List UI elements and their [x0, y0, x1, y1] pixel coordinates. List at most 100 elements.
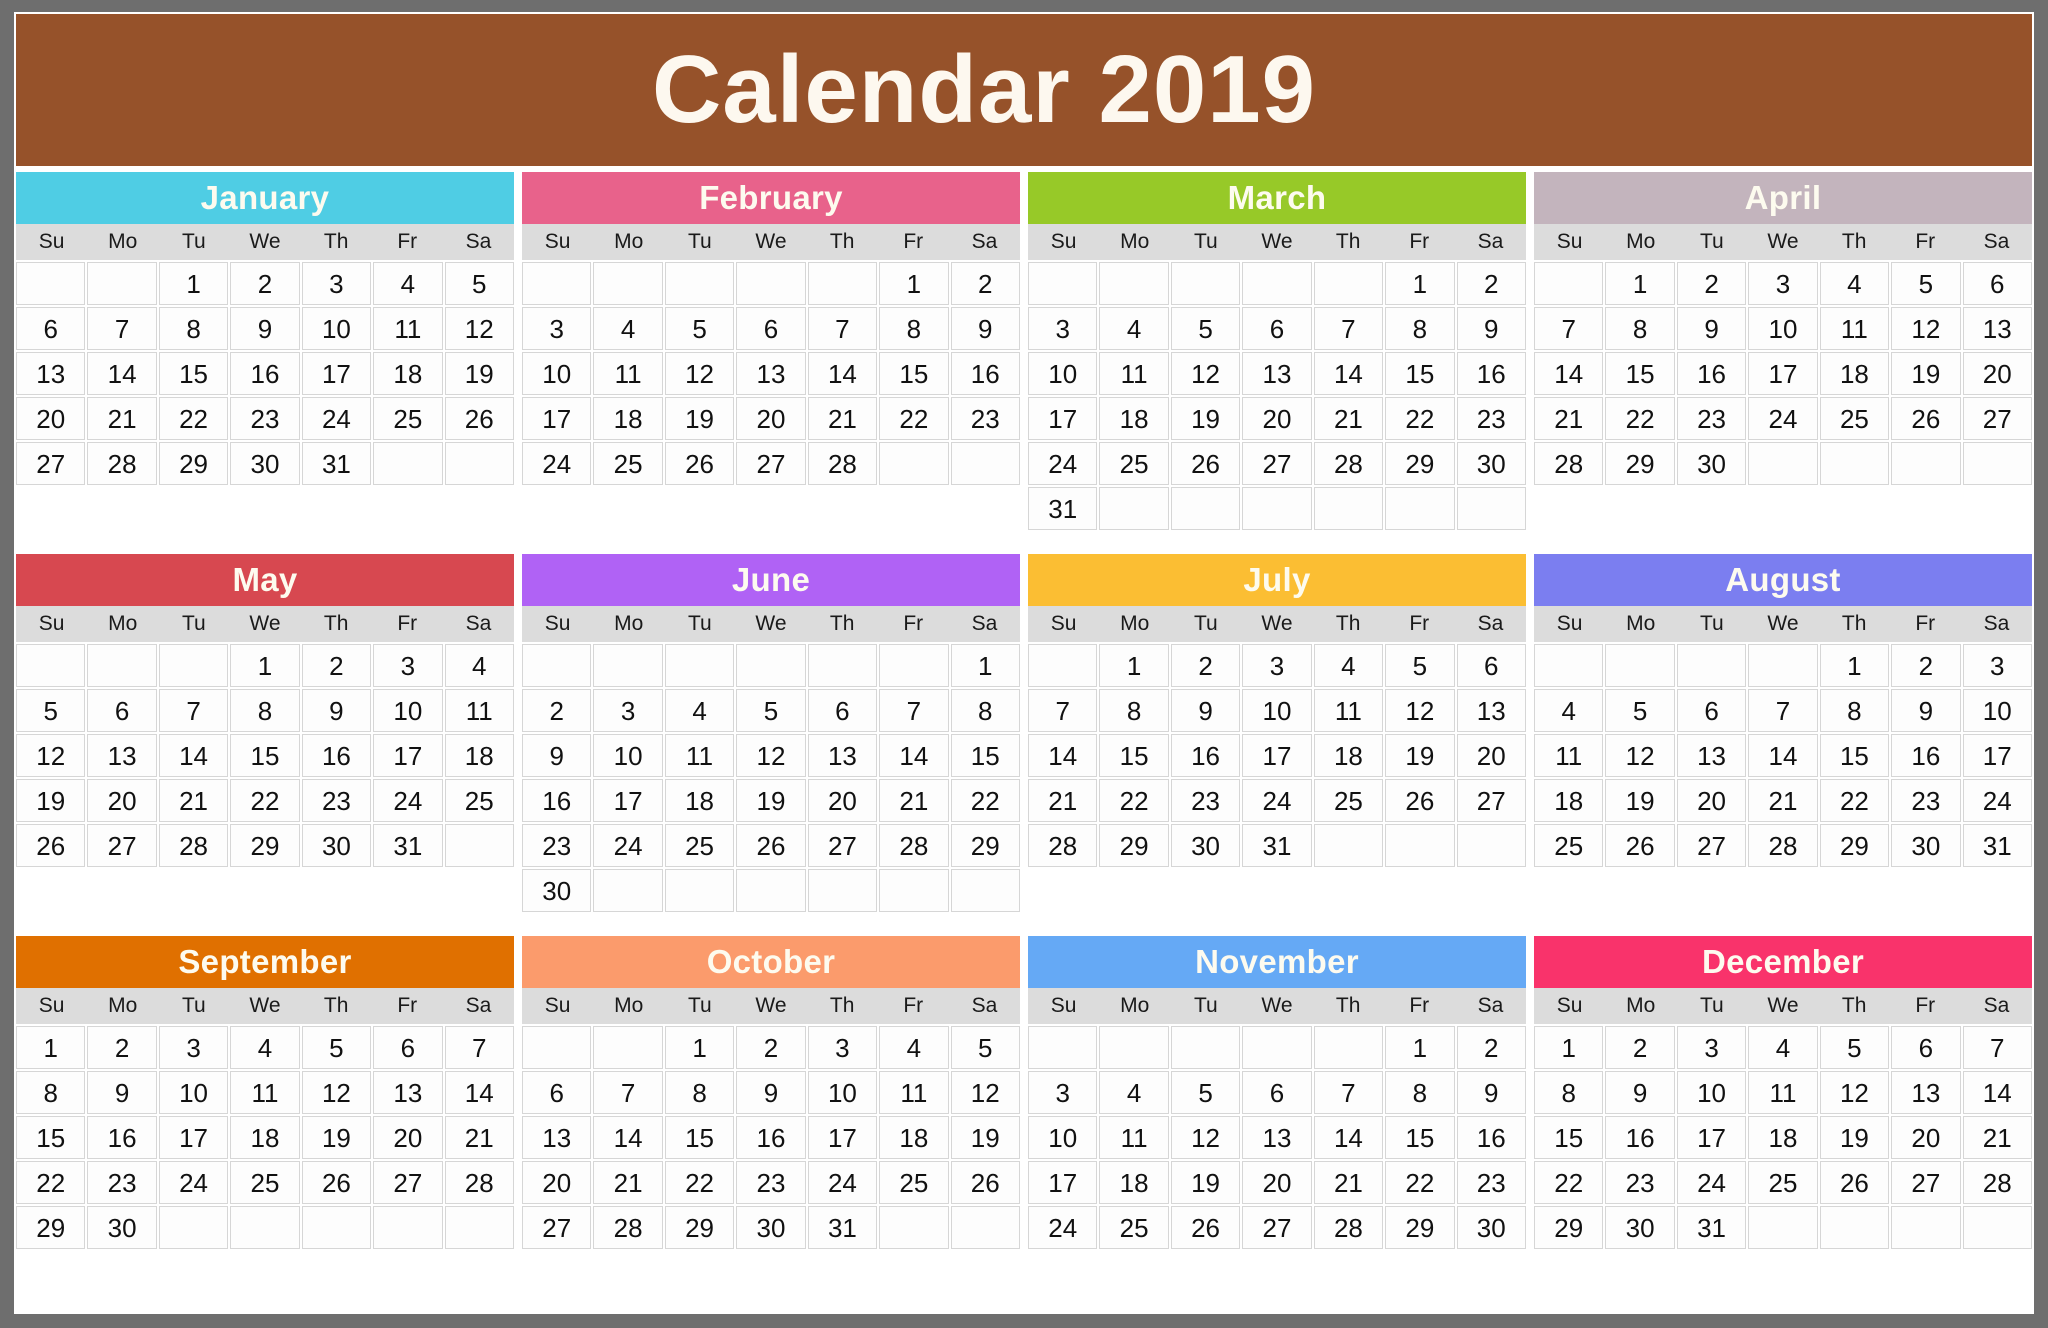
day-cell[interactable]: 22 — [1385, 1161, 1455, 1204]
day-cell[interactable]: 7 — [807, 307, 878, 350]
day-cell[interactable]: 21 — [87, 397, 157, 440]
day-cell[interactable]: 18 — [879, 1116, 949, 1159]
day-cell[interactable]: 8 — [879, 307, 949, 350]
day-cell[interactable]: 11 — [1099, 352, 1169, 395]
day-cell[interactable]: 1 — [664, 1026, 735, 1069]
day-cell[interactable]: 15 — [950, 734, 1020, 777]
day-cell[interactable]: 20 — [373, 1116, 443, 1159]
day-cell[interactable]: 10 — [807, 1071, 878, 1114]
day-cell[interactable]: 2 — [950, 262, 1020, 305]
day-cell[interactable]: 27 — [522, 1206, 592, 1249]
day-cell[interactable]: 30 — [1456, 1206, 1526, 1249]
day-cell[interactable]: 17 — [301, 352, 372, 395]
month-header-march[interactable]: March — [1028, 172, 1526, 224]
day-cell[interactable]: 20 — [87, 779, 157, 822]
day-cell[interactable]: 31 — [1028, 487, 1098, 530]
day-cell[interactable]: 4 — [1099, 307, 1169, 350]
day-cell[interactable]: 7 — [1962, 1026, 2032, 1069]
day-cell[interactable]: 25 — [1099, 442, 1169, 485]
day-cell[interactable]: 7 — [1313, 1071, 1384, 1114]
month-header-july[interactable]: July — [1028, 554, 1526, 606]
day-cell[interactable]: 24 — [1676, 1161, 1747, 1204]
day-cell[interactable]: 17 — [158, 1116, 229, 1159]
day-cell[interactable]: 29 — [1099, 824, 1169, 867]
day-cell[interactable]: 14 — [444, 1071, 514, 1114]
day-cell[interactable]: 2 — [87, 1026, 157, 1069]
day-cell[interactable]: 20 — [1891, 1116, 1961, 1159]
day-cell[interactable]: 19 — [1819, 1116, 1890, 1159]
day-cell[interactable]: 17 — [373, 734, 443, 777]
month-header-november[interactable]: November — [1028, 936, 1526, 988]
day-cell[interactable]: 17 — [1676, 1116, 1747, 1159]
day-cell[interactable]: 31 — [373, 824, 443, 867]
day-cell[interactable]: 3 — [1962, 644, 2032, 687]
day-cell[interactable]: 17 — [1028, 1161, 1098, 1204]
day-cell[interactable]: 11 — [1099, 1116, 1169, 1159]
day-cell[interactable]: 26 — [16, 824, 86, 867]
day-cell[interactable]: 28 — [807, 442, 878, 485]
day-cell[interactable]: 28 — [1748, 824, 1818, 867]
day-cell[interactable]: 30 — [230, 442, 300, 485]
day-cell[interactable]: 16 — [87, 1116, 157, 1159]
day-cell[interactable]: 12 — [1819, 1071, 1890, 1114]
day-cell[interactable]: 29 — [950, 824, 1020, 867]
day-cell[interactable]: 17 — [1028, 397, 1098, 440]
day-cell[interactable]: 15 — [158, 352, 229, 395]
day-cell[interactable]: 7 — [1534, 307, 1604, 350]
day-cell[interactable]: 9 — [1170, 689, 1241, 732]
day-cell[interactable]: 23 — [950, 397, 1020, 440]
day-cell[interactable]: 25 — [1313, 779, 1384, 822]
day-cell[interactable]: 5 — [950, 1026, 1020, 1069]
day-cell[interactable]: 22 — [16, 1161, 86, 1204]
day-cell[interactable]: 27 — [1676, 824, 1747, 867]
day-cell[interactable]: 8 — [1819, 689, 1890, 732]
day-cell[interactable]: 24 — [1748, 397, 1818, 440]
day-cell[interactable]: 16 — [736, 1116, 806, 1159]
day-cell[interactable]: 30 — [1170, 824, 1241, 867]
day-cell[interactable]: 12 — [1385, 689, 1455, 732]
day-cell[interactable]: 7 — [87, 307, 157, 350]
day-cell[interactable]: 12 — [16, 734, 86, 777]
day-cell[interactable]: 25 — [593, 442, 663, 485]
day-cell[interactable]: 26 — [736, 824, 806, 867]
day-cell[interactable]: 11 — [1819, 307, 1890, 350]
day-cell[interactable]: 18 — [1748, 1116, 1818, 1159]
day-cell[interactable]: 16 — [1456, 1116, 1526, 1159]
day-cell[interactable]: 20 — [807, 779, 878, 822]
day-cell[interactable]: 13 — [1242, 1116, 1312, 1159]
day-cell[interactable]: 30 — [301, 824, 372, 867]
day-cell[interactable]: 14 — [807, 352, 878, 395]
day-cell[interactable]: 29 — [1819, 824, 1890, 867]
day-cell[interactable]: 30 — [736, 1206, 806, 1249]
day-cell[interactable]: 19 — [1385, 734, 1455, 777]
day-cell[interactable]: 3 — [373, 644, 443, 687]
day-cell[interactable]: 23 — [1456, 1161, 1526, 1204]
day-cell[interactable]: 1 — [1385, 262, 1455, 305]
day-cell[interactable]: 19 — [950, 1116, 1020, 1159]
day-cell[interactable]: 16 — [950, 352, 1020, 395]
day-cell[interactable]: 1 — [1605, 262, 1675, 305]
day-cell[interactable]: 27 — [1456, 779, 1526, 822]
day-cell[interactable]: 7 — [1748, 689, 1818, 732]
month-header-may[interactable]: May — [16, 554, 514, 606]
day-cell[interactable]: 4 — [1534, 689, 1604, 732]
day-cell[interactable]: 19 — [1891, 352, 1961, 395]
day-cell[interactable]: 11 — [1313, 689, 1384, 732]
day-cell[interactable]: 22 — [1819, 779, 1890, 822]
day-cell[interactable]: 25 — [373, 397, 443, 440]
day-cell[interactable]: 25 — [444, 779, 514, 822]
month-header-september[interactable]: September — [16, 936, 514, 988]
day-cell[interactable]: 5 — [444, 262, 514, 305]
day-cell[interactable]: 22 — [158, 397, 229, 440]
day-cell[interactable]: 27 — [87, 824, 157, 867]
day-cell[interactable]: 22 — [1605, 397, 1675, 440]
day-cell[interactable]: 3 — [593, 689, 663, 732]
day-cell[interactable]: 18 — [444, 734, 514, 777]
day-cell[interactable]: 20 — [1676, 779, 1747, 822]
day-cell[interactable]: 29 — [664, 1206, 735, 1249]
day-cell[interactable]: 15 — [1534, 1116, 1604, 1159]
day-cell[interactable]: 22 — [230, 779, 300, 822]
day-cell[interactable]: 12 — [1605, 734, 1675, 777]
day-cell[interactable]: 10 — [1962, 689, 2032, 732]
day-cell[interactable]: 25 — [1748, 1161, 1818, 1204]
